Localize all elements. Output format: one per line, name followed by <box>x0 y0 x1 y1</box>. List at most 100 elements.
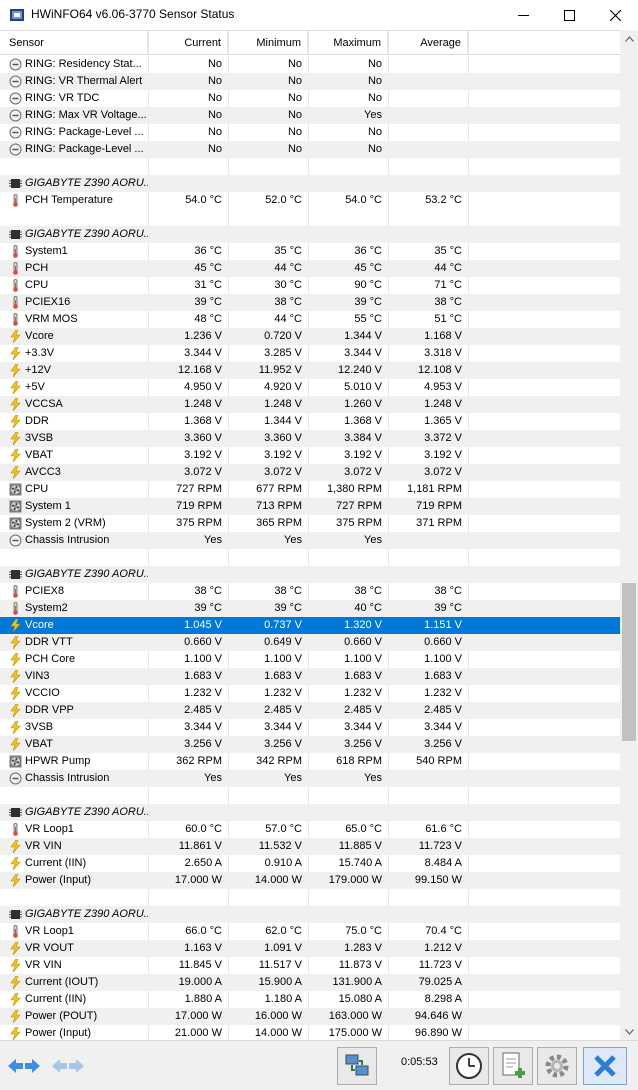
column-header-current[interactable]: Current <box>148 31 228 55</box>
sensor-name: VBAT <box>25 449 53 461</box>
sensor-row[interactable]: 3VSB 3.344 V 3.344 V 3.344 V 3.344 V <box>0 719 620 736</box>
add-document-icon <box>502 1052 525 1078</box>
sensor-name: GIGABYTE Z390 AORU... <box>25 908 148 920</box>
sensor-row[interactable]: VIN3 1.683 V 1.683 V 1.683 V 1.683 V <box>0 668 620 685</box>
sensor-row[interactable]: VBAT 3.192 V 3.192 V 3.192 V 3.192 V <box>0 447 620 464</box>
minimize-button[interactable] <box>500 0 546 30</box>
average-value: 8.298 A <box>424 993 462 1005</box>
maximum-value: No <box>367 75 382 87</box>
sensor-name: GIGABYTE Z390 AORU... <box>25 806 148 818</box>
sensor-group-row[interactable]: GIGABYTE Z390 AORU... <box>0 804 620 821</box>
sensor-row[interactable]: System 2 (VRM) 375 RPM 365 RPM 375 RPM 371 R… <box>0 515 620 532</box>
sensor-row[interactable]: +3.3V 3.344 V 3.285 V 3.344 V 3.318 V <box>0 345 620 362</box>
maximum-value: 1.283 V <box>344 942 382 954</box>
sensor-group-row[interactable]: GIGABYTE Z390 AORU... <box>0 226 620 243</box>
current-value: 719 RPM <box>176 500 222 512</box>
sensor-row[interactable]: VR VOUT 1.163 V 1.091 V 1.283 V 1.212 V <box>0 940 620 957</box>
average-value: 3.256 V <box>424 738 462 750</box>
sensor-group-row[interactable]: GIGABYTE Z390 AORU... <box>0 566 620 583</box>
maximum-value: 727 RPM <box>336 500 382 512</box>
maximum-value: 131.900 A <box>332 976 382 988</box>
sensor-row[interactable]: VR VIN 11.861 V 11.532 V 11.885 V 11.723 V <box>0 838 620 855</box>
network-button[interactable] <box>337 1047 377 1085</box>
average-value <box>388 73 468 90</box>
column-header-average[interactable]: Average <box>388 31 468 55</box>
sensor-row[interactable]: RING: Residency Stat... No No No <box>0 56 620 73</box>
column-header-maximum[interactable]: Maximum <box>308 31 388 55</box>
sensor-row[interactable]: PCH 45 °C 44 °C 45 °C 44 °C <box>0 260 620 277</box>
sensor-row[interactable]: System 1 719 RPM 713 RPM 727 RPM 719 RPM <box>0 498 620 515</box>
sensor-row[interactable]: RING: Package-Level ... No No No <box>0 124 620 141</box>
sensor-row[interactable]: Current (IOUT) 19.000 A 15.900 A 131.900 A 7… <box>0 974 620 991</box>
sensor-row[interactable]: VCCIO 1.232 V 1.232 V 1.232 V 1.232 V <box>0 685 620 702</box>
maximum-value: 179.000 W <box>328 874 382 886</box>
vertical-scrollbar[interactable] <box>620 30 638 1040</box>
scroll-down-button[interactable] <box>620 1023 638 1040</box>
sensor-name: DDR VTT <box>25 636 73 648</box>
column-header-sensor[interactable]: Sensor <box>0 31 148 55</box>
sensor-row[interactable]: Power (Input) 17.000 W 14.000 W 179.000 W 99… <box>0 872 620 889</box>
navigate-sensor-button[interactable] <box>4 1047 44 1085</box>
sensor-row[interactable]: VR Loop1 66.0 °C 62.0 °C 75.0 °C 70.4 °C <box>0 923 620 940</box>
column-header-minimum[interactable]: Minimum <box>228 31 308 55</box>
sensor-row[interactable]: VCCSA 1.248 V 1.248 V 1.260 V 1.248 V <box>0 396 620 413</box>
sensor-row[interactable]: PCH Temperature 54.0 °C 52.0 °C 54.0 °C 53.2… <box>0 192 620 209</box>
sensor-row[interactable]: 3VSB 3.360 V 3.360 V 3.384 V 3.372 V <box>0 430 620 447</box>
sensor-name: DDR VPP <box>25 704 74 716</box>
sensor-row[interactable]: VRM MOS 48 °C 44 °C 55 °C 51 °C <box>0 311 620 328</box>
sensor-row[interactable]: VR Loop1 60.0 °C 57.0 °C 65.0 °C 61.6 °C <box>0 821 620 838</box>
sensor-row[interactable]: RING: Max VR Voltage... No No Yes <box>0 107 620 124</box>
sensor-row[interactable]: Chassis Intrusion Yes Yes Yes <box>0 532 620 549</box>
logging-button[interactable] <box>493 1047 533 1085</box>
scroll-up-button[interactable] <box>620 30 638 47</box>
spacer-row <box>0 889 620 906</box>
minimum-value: No <box>287 109 302 121</box>
sensor-row[interactable]: DDR VPP 2.485 V 2.485 V 2.485 V 2.485 V <box>0 702 620 719</box>
sensor-row[interactable]: PCH Core 1.100 V 1.100 V 1.100 V 1.100 V <box>0 651 620 668</box>
close-sensors-button[interactable] <box>583 1047 627 1085</box>
scrollbar-thumb[interactable] <box>622 583 636 741</box>
sensor-row[interactable]: Power (POUT) 17.000 W 16.000 W 163.000 W 94.… <box>0 1008 620 1025</box>
sensor-name: Current (IOUT) <box>25 976 99 988</box>
sensor-row[interactable]: PCIEX16 39 °C 38 °C 39 °C 38 °C <box>0 294 620 311</box>
maximum-value: 0.660 V <box>344 636 382 648</box>
maximize-button[interactable] <box>546 0 592 30</box>
sensor-row[interactable]: Current (IIN) 2.650 A 0.910 A 15.740 A 8.484… <box>0 855 620 872</box>
minimum-value: 1.344 V <box>264 415 302 427</box>
settings-button[interactable] <box>537 1047 577 1085</box>
sensor-name: VIN3 <box>25 670 50 682</box>
sensor-row[interactable]: DDR VTT 0.660 V 0.649 V 0.660 V 0.660 V <box>0 634 620 651</box>
sensor-row[interactable]: DDR 1.368 V 1.344 V 1.368 V 1.365 V <box>0 413 620 430</box>
sensor-row[interactable]: +12V 12.168 V 11.952 V 12.240 V 12.108 V <box>0 362 620 379</box>
sensor-row[interactable]: System1 36 °C 35 °C 36 °C 35 °C <box>0 243 620 260</box>
close-window-button[interactable] <box>592 0 638 30</box>
average-value: 1.100 V <box>424 653 462 665</box>
sensor-row[interactable]: Current (IIN) 1.880 A 1.180 A 15.080 A 8.298… <box>0 991 620 1008</box>
average-value: 39 °C <box>434 602 462 614</box>
sensor-name: +12V <box>25 364 51 376</box>
sensor-row[interactable]: +5V 4.950 V 4.920 V 5.010 V 4.953 V <box>0 379 620 396</box>
sensor-row[interactable]: VBAT 3.256 V 3.256 V 3.256 V 3.256 V <box>0 736 620 753</box>
sensor-row[interactable]: System2 39 °C 39 °C 40 °C 39 °C <box>0 600 620 617</box>
sensor-name: 3VSB <box>25 432 54 444</box>
sensor-row[interactable]: Vcore 1.045 V 0.737 V 1.320 V 1.151 V <box>0 617 620 634</box>
maximum-value: 54.0 °C <box>345 194 382 206</box>
sensor-row[interactable]: Power (Input) 21.000 W 14.000 W 175.000 W 96… <box>0 1025 620 1040</box>
navigate-disabled-button[interactable] <box>48 1047 88 1085</box>
sensor-row[interactable]: Vcore 1.236 V 0.720 V 1.344 V 1.168 V <box>0 328 620 345</box>
sensor-row[interactable]: CPU 31 °C 30 °C 90 °C 71 °C <box>0 277 620 294</box>
sensor-row[interactable]: Chassis Intrusion Yes Yes Yes <box>0 770 620 787</box>
sensor-row[interactable]: HPWR Pump 362 RPM 342 RPM 618 RPM 540 RPM <box>0 753 620 770</box>
sensor-group-row[interactable]: GIGABYTE Z390 AORU... <box>0 175 620 192</box>
maximum-value: Yes <box>364 534 382 546</box>
sensor-row[interactable]: RING: Package-Level ... No No No <box>0 141 620 158</box>
sensor-row[interactable]: VR VIN 11.845 V 11.517 V 11.873 V 11.723 V <box>0 957 620 974</box>
reset-timer-button[interactable] <box>449 1047 489 1085</box>
sensor-row[interactable]: PCIEX8 38 °C 38 °C 38 °C 38 °C <box>0 583 620 600</box>
sensor-group-row[interactable]: GIGABYTE Z390 AORU... <box>0 906 620 923</box>
average-value <box>388 770 468 787</box>
sensor-row[interactable]: AVCC3 3.072 V 3.072 V 3.072 V 3.072 V <box>0 464 620 481</box>
sensor-row[interactable]: RING: VR Thermal Alert No No No <box>0 73 620 90</box>
sensor-row[interactable]: CPU 727 RPM 677 RPM 1,380 RPM 1,181 RPM <box>0 481 620 498</box>
sensor-row[interactable]: RING: VR TDC No No No <box>0 90 620 107</box>
